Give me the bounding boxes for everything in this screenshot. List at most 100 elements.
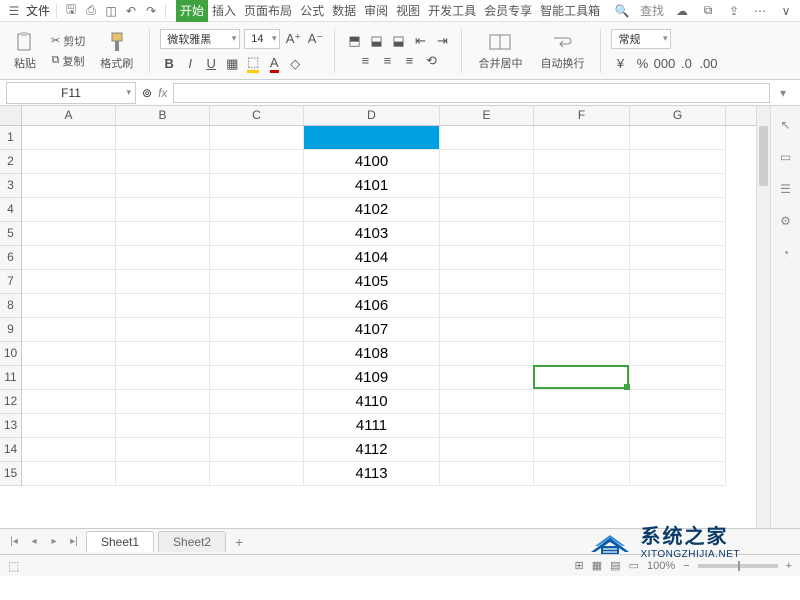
cell-G11[interactable] bbox=[630, 366, 726, 390]
column-headers[interactable]: ABCDEFG bbox=[22, 106, 756, 126]
decrease-font-icon[interactable]: A⁻ bbox=[306, 30, 324, 48]
cell-B15[interactable] bbox=[116, 462, 210, 486]
view-page-icon[interactable]: ▦ bbox=[592, 559, 602, 572]
font-name-select[interactable]: 微软雅黑 bbox=[160, 29, 240, 49]
cell-F10[interactable] bbox=[534, 342, 630, 366]
cell-E3[interactable] bbox=[440, 174, 534, 198]
menu-icon[interactable]: ☰ bbox=[6, 3, 22, 19]
search-icon[interactable]: 🔍 bbox=[614, 3, 630, 19]
font-size-select[interactable]: 14 bbox=[244, 29, 280, 49]
col-header-C[interactable]: C bbox=[210, 106, 304, 125]
col-header-B[interactable]: B bbox=[116, 106, 210, 125]
cell-B12[interactable] bbox=[116, 390, 210, 414]
cell-C9[interactable] bbox=[210, 318, 304, 342]
cell-A8[interactable] bbox=[22, 294, 116, 318]
align-middle-icon[interactable]: ⬓ bbox=[367, 32, 385, 50]
share-icon[interactable]: ⇪ bbox=[726, 3, 742, 19]
tab-tools[interactable]: 智能工具箱 bbox=[536, 0, 604, 22]
save-icon[interactable]: 🖫 bbox=[63, 3, 79, 19]
cell-A13[interactable] bbox=[22, 414, 116, 438]
number-format-select[interactable]: 常规 bbox=[611, 29, 671, 49]
align-top-icon[interactable]: ⬒ bbox=[345, 32, 363, 50]
cell-G15[interactable] bbox=[630, 462, 726, 486]
cell-F11[interactable] bbox=[534, 366, 630, 390]
cell-E14[interactable] bbox=[440, 438, 534, 462]
cell-A14[interactable] bbox=[22, 438, 116, 462]
tab-formula[interactable]: 公式 bbox=[296, 0, 328, 22]
row-header-1[interactable]: 1 bbox=[0, 126, 21, 150]
align-center-icon[interactable]: ≡ bbox=[378, 52, 396, 70]
cell-D12[interactable]: 4110 bbox=[304, 390, 440, 414]
cell-B4[interactable] bbox=[116, 198, 210, 222]
row-headers[interactable]: 123456789101112131415 bbox=[0, 126, 22, 486]
tab-layout[interactable]: 页面布局 bbox=[240, 0, 296, 22]
add-sheet-button[interactable]: + bbox=[230, 533, 248, 551]
cell-C13[interactable] bbox=[210, 414, 304, 438]
row-header-4[interactable]: 4 bbox=[0, 198, 21, 222]
cell-C6[interactable] bbox=[210, 246, 304, 270]
sheet-tab-2[interactable]: Sheet2 bbox=[158, 531, 226, 552]
row-header-5[interactable]: 5 bbox=[0, 222, 21, 246]
cell-G5[interactable] bbox=[630, 222, 726, 246]
tab-member[interactable]: 会员专享 bbox=[480, 0, 536, 22]
indent-left-icon[interactable]: ⇤ bbox=[411, 32, 429, 50]
cell-F5[interactable] bbox=[534, 222, 630, 246]
tab-first-icon[interactable]: |◂ bbox=[6, 534, 22, 550]
cell-A9[interactable] bbox=[22, 318, 116, 342]
cell-F12[interactable] bbox=[534, 390, 630, 414]
cell-E5[interactable] bbox=[440, 222, 534, 246]
tab-next-icon[interactable]: ▸ bbox=[46, 534, 62, 550]
cell-A15[interactable] bbox=[22, 462, 116, 486]
italic-button[interactable]: I bbox=[181, 55, 199, 73]
font-color-button[interactable]: A bbox=[265, 55, 283, 73]
col-header-A[interactable]: A bbox=[22, 106, 116, 125]
cell-C5[interactable] bbox=[210, 222, 304, 246]
more-icon[interactable]: ⋯ bbox=[752, 3, 768, 19]
cell-A7[interactable] bbox=[22, 270, 116, 294]
view-break-icon[interactable]: ▤ bbox=[610, 559, 620, 572]
properties-icon[interactable]: ☰ bbox=[777, 180, 795, 198]
cell-F8[interactable] bbox=[534, 294, 630, 318]
format-painter-button[interactable]: 格式刷 bbox=[94, 29, 139, 73]
col-header-F[interactable]: F bbox=[534, 106, 630, 125]
cell-B7[interactable] bbox=[116, 270, 210, 294]
reading-mode-icon[interactable]: ▭ bbox=[629, 559, 639, 572]
cell-B6[interactable] bbox=[116, 246, 210, 270]
col-header-G[interactable]: G bbox=[630, 106, 726, 125]
fx-icon[interactable]: fx bbox=[158, 86, 167, 100]
cell-D13[interactable]: 4111 bbox=[304, 414, 440, 438]
decrease-decimal-icon[interactable]: .0 bbox=[677, 55, 695, 73]
cell-C10[interactable] bbox=[210, 342, 304, 366]
cell-D11[interactable]: 4109 bbox=[304, 366, 440, 390]
cell-A5[interactable] bbox=[22, 222, 116, 246]
cursor-icon[interactable]: ↖ bbox=[777, 116, 795, 134]
row-header-7[interactable]: 7 bbox=[0, 270, 21, 294]
cell-A4[interactable] bbox=[22, 198, 116, 222]
row-header-3[interactable]: 3 bbox=[0, 174, 21, 198]
file-menu[interactable]: 文件 bbox=[26, 2, 50, 19]
row-header-10[interactable]: 10 bbox=[0, 342, 21, 366]
cloud-icon[interactable]: ☁ bbox=[674, 3, 690, 19]
view-normal-icon[interactable]: ⊞ bbox=[575, 559, 584, 572]
cell-F2[interactable] bbox=[534, 150, 630, 174]
cell-E2[interactable] bbox=[440, 150, 534, 174]
record-icon[interactable]: ⬚ bbox=[8, 559, 19, 573]
cell-B5[interactable] bbox=[116, 222, 210, 246]
cell-B9[interactable] bbox=[116, 318, 210, 342]
tab-last-icon[interactable]: ▸| bbox=[66, 534, 82, 550]
settings-icon[interactable]: ⚙ bbox=[777, 212, 795, 230]
cell-G7[interactable] bbox=[630, 270, 726, 294]
row-header-15[interactable]: 15 bbox=[0, 462, 21, 486]
cell-E10[interactable] bbox=[440, 342, 534, 366]
cell-G12[interactable] bbox=[630, 390, 726, 414]
select-all-corner[interactable] bbox=[0, 106, 22, 126]
wrap-button[interactable]: 自动换行 bbox=[534, 29, 590, 73]
grid[interactable]: ABCDEFG 123456789101112131415 4100410141… bbox=[0, 106, 756, 528]
row-header-12[interactable]: 12 bbox=[0, 390, 21, 414]
paste-button[interactable]: 粘贴 bbox=[8, 29, 42, 73]
zoom-in-icon[interactable]: + bbox=[786, 560, 792, 572]
cell-A10[interactable] bbox=[22, 342, 116, 366]
cell-A1[interactable] bbox=[22, 126, 116, 150]
cell-F9[interactable] bbox=[534, 318, 630, 342]
cell-D7[interactable]: 4105 bbox=[304, 270, 440, 294]
